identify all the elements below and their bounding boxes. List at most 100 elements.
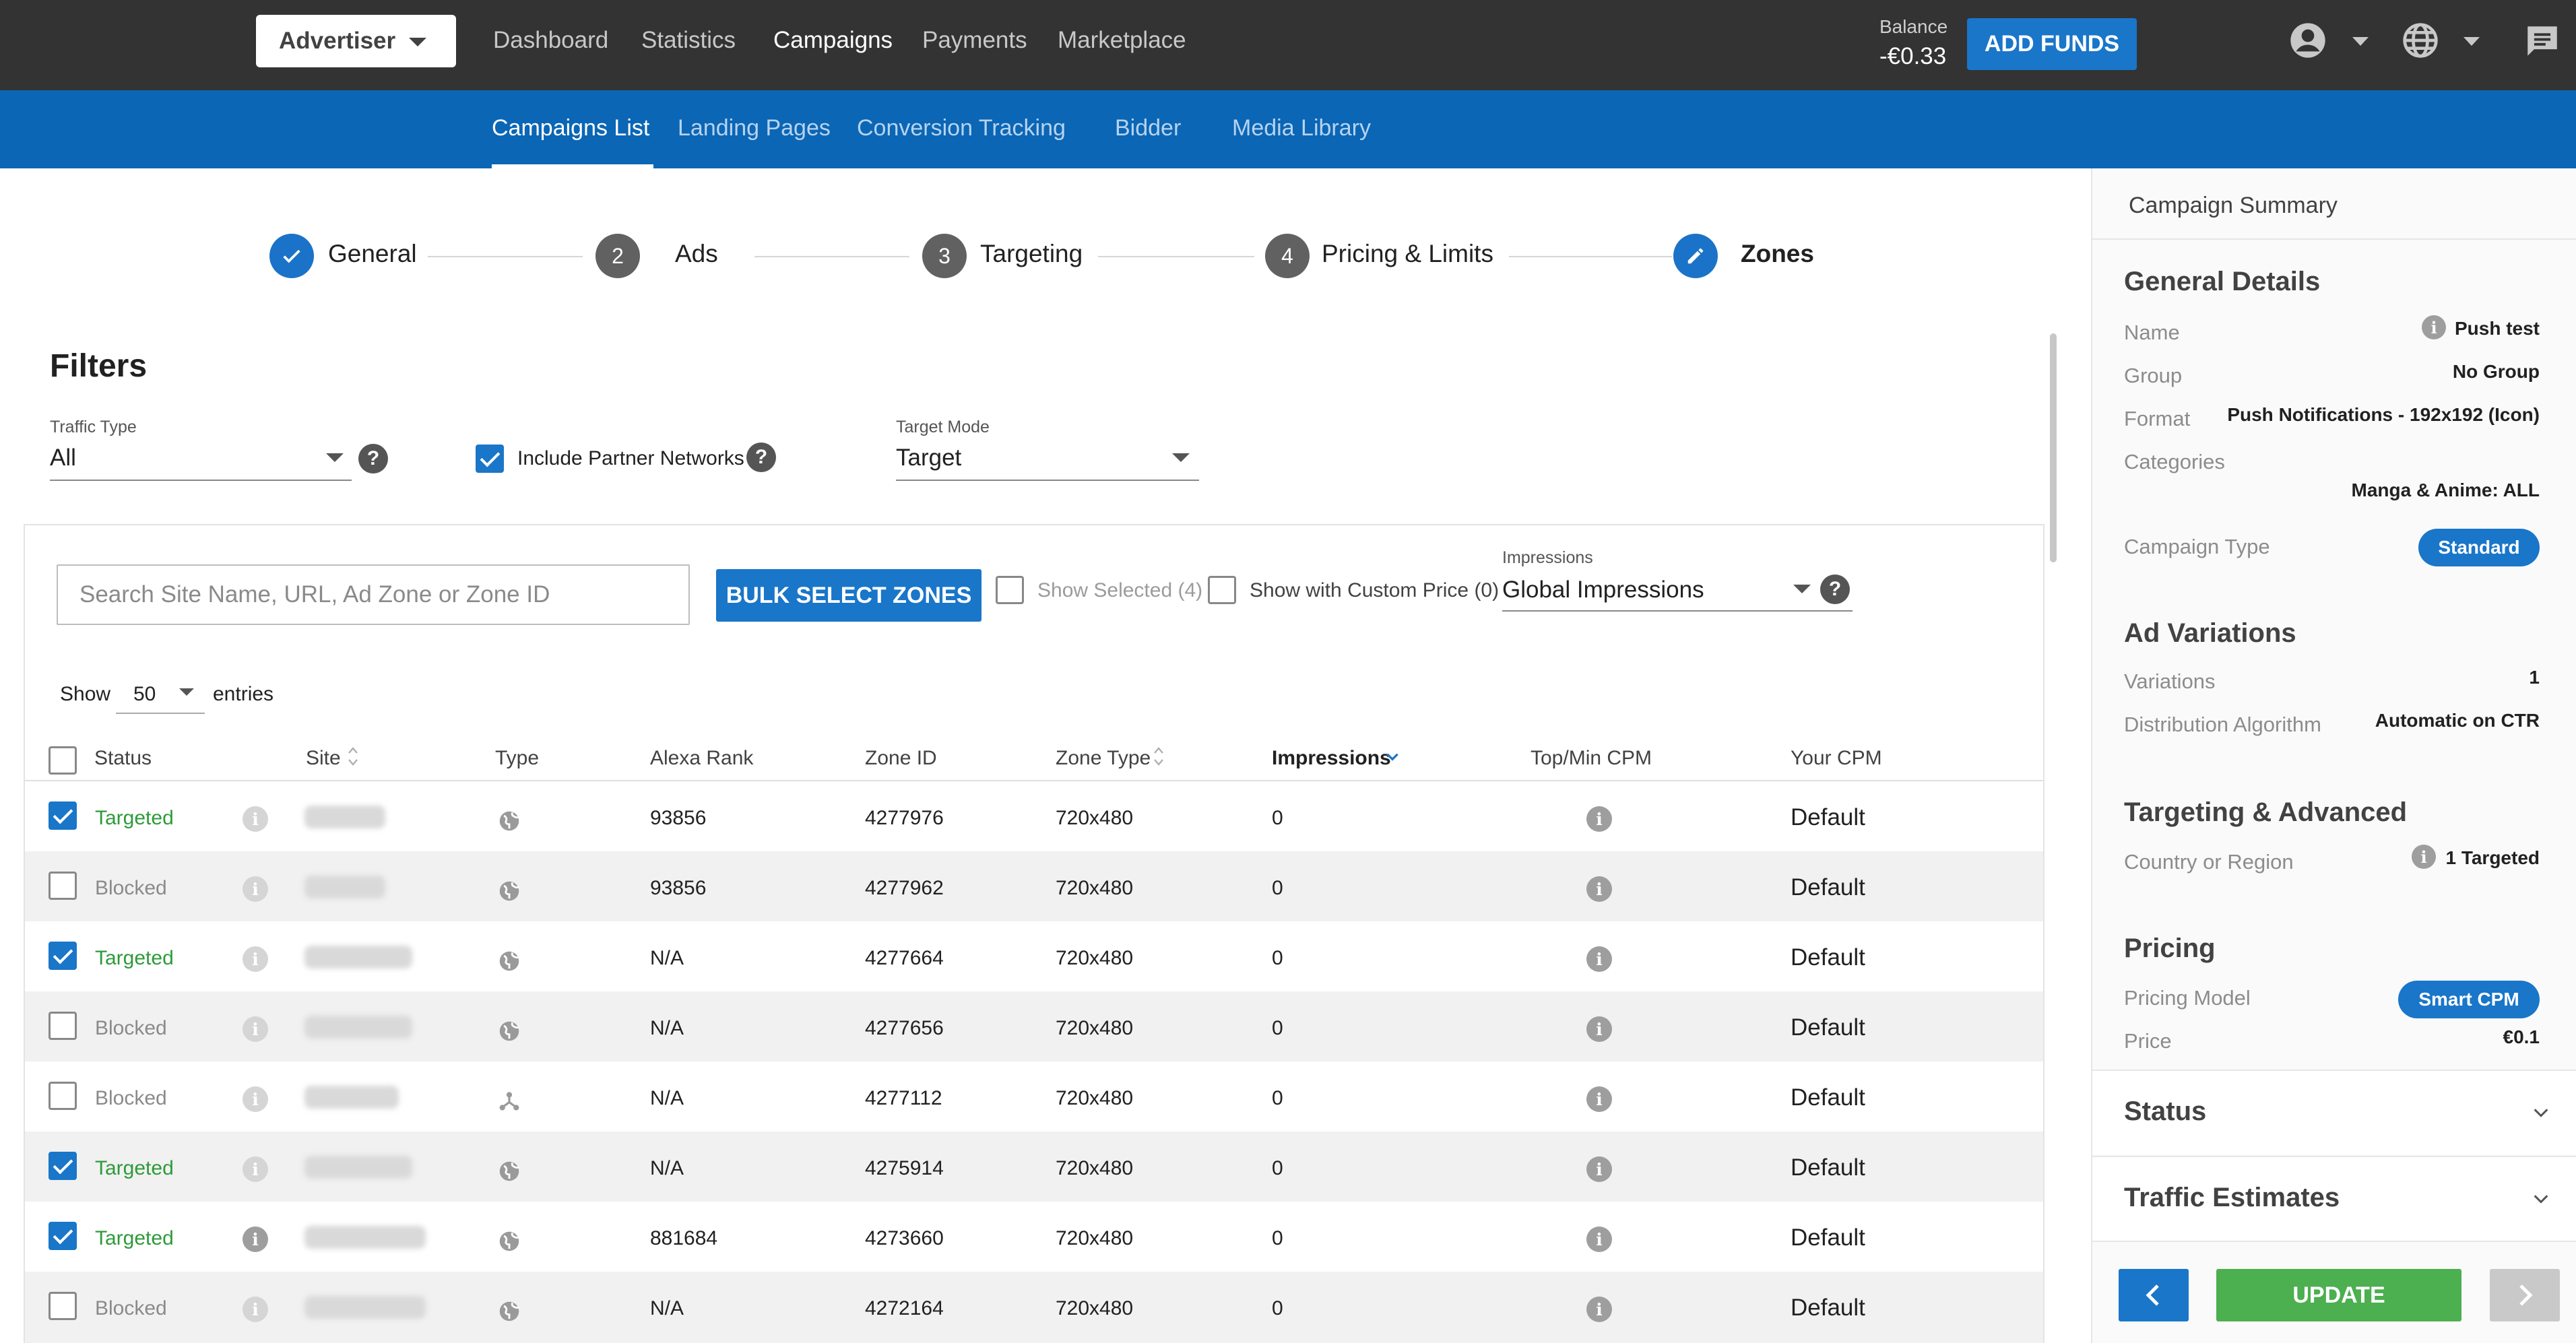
subnav-landing-pages[interactable]: Landing Pages <box>678 115 831 141</box>
step-general-label[interactable]: General <box>328 240 417 268</box>
globe-icon[interactable] <box>2402 22 2439 59</box>
chevron-down-icon[interactable] <box>326 453 344 462</box>
site-name-redacted[interactable] <box>304 1156 412 1179</box>
table-row[interactable]: Blocked i N/A 4277656 720x480 0 i Defaul… <box>25 991 2043 1061</box>
subnav-campaigns-list[interactable]: Campaigns List <box>492 115 649 141</box>
your-cpm-value[interactable]: Default <box>1791 1014 1865 1041</box>
column-header-zone-type[interactable]: Zone Type <box>1056 747 1151 770</box>
step-targeting-number[interactable]: 3 <box>922 234 967 278</box>
status-info-icon[interactable]: i <box>243 1297 268 1322</box>
column-header-alexa-rank[interactable]: Alexa Rank <box>650 747 753 770</box>
table-row[interactable]: Targeted i 93856 4277976 720x480 0 i Def… <box>25 781 2043 851</box>
traffic-estimates-accordion[interactable]: Traffic Estimates <box>2092 1156 2576 1241</box>
nav-campaigns[interactable]: Campaigns <box>773 27 893 54</box>
status-info-icon[interactable]: i <box>243 1086 268 1112</box>
table-row[interactable]: Targeted i 881684 4273660 720x480 0 i De… <box>25 1202 2043 1272</box>
cpm-info-icon[interactable]: i <box>1586 1016 1612 1042</box>
sort-icon[interactable] <box>346 744 360 769</box>
site-name-redacted[interactable] <box>304 1016 412 1039</box>
table-row[interactable]: Blocked i 93856 4277962 720x480 0 i Defa… <box>25 851 2043 921</box>
name-info-icon[interactable]: i <box>2422 315 2446 339</box>
impressions-select[interactable]: Global Impressions <box>1502 577 1704 603</box>
column-header-site[interactable]: Site <box>306 747 341 770</box>
row-select-checkbox[interactable] <box>49 801 77 830</box>
row-select-checkbox[interactable] <box>49 872 77 900</box>
chevron-down-icon[interactable] <box>2532 1103 2550 1122</box>
subnav-media-library[interactable]: Media Library <box>1232 115 1371 141</box>
status-info-icon[interactable]: i <box>243 946 268 972</box>
column-header-your-cpm[interactable]: Your CPM <box>1791 747 1882 770</box>
site-name-redacted[interactable] <box>304 1226 426 1249</box>
chat-icon[interactable] <box>2523 22 2562 61</box>
target-mode-select[interactable]: Target <box>896 445 961 471</box>
nav-statistics[interactable]: Statistics <box>641 27 736 54</box>
next-step-button[interactable] <box>2490 1269 2560 1321</box>
table-row[interactable]: Targeted i N/A 4275914 720x480 0 i Defau… <box>25 1132 2043 1202</box>
step-general-check-icon[interactable] <box>269 234 314 278</box>
step-pricing-label[interactable]: Pricing & Limits <box>1322 240 1493 268</box>
status-info-icon[interactable]: i <box>243 806 268 832</box>
scrollbar-thumb[interactable] <box>2050 333 2057 562</box>
nav-marketplace[interactable]: Marketplace <box>1058 27 1186 54</box>
status-info-icon[interactable]: i <box>243 876 268 902</box>
step-zones-pencil-icon[interactable] <box>1673 234 1718 278</box>
cpm-info-icon[interactable]: i <box>1586 1086 1612 1112</box>
entries-per-page-select[interactable]: 50 <box>133 683 156 706</box>
update-button[interactable]: UPDATE <box>2216 1269 2461 1321</box>
your-cpm-value[interactable]: Default <box>1791 1295 1865 1321</box>
step-zones-label[interactable]: Zones <box>1741 240 1814 268</box>
cpm-info-icon[interactable]: i <box>1586 1156 1612 1182</box>
row-select-checkbox[interactable] <box>49 1082 77 1110</box>
cpm-info-icon[interactable]: i <box>1586 946 1612 972</box>
traffic-type-select[interactable]: All <box>50 445 76 471</box>
show-custom-price-checkbox[interactable] <box>1208 576 1236 604</box>
column-header-type[interactable]: Type <box>495 747 539 770</box>
language-menu-caret-icon[interactable] <box>2464 37 2480 46</box>
step-pricing-number[interactable]: 4 <box>1265 234 1310 278</box>
status-info-icon[interactable]: i <box>243 1226 268 1252</box>
column-header-zone-id[interactable]: Zone ID <box>865 747 937 770</box>
row-select-checkbox[interactable] <box>49 1292 77 1320</box>
chevron-down-icon[interactable] <box>179 688 194 696</box>
sort-icon[interactable] <box>1152 744 1165 769</box>
add-funds-button[interactable]: ADD FUNDS <box>1967 18 2137 70</box>
column-header-top-min-cpm[interactable]: Top/Min CPM <box>1531 747 1652 770</box>
site-name-redacted[interactable] <box>304 1296 426 1319</box>
your-cpm-value[interactable]: Default <box>1791 1084 1865 1111</box>
zone-search-input[interactable] <box>57 564 690 625</box>
table-row[interactable]: Blocked i N/A 4272164 720x480 0 i Defaul… <box>25 1272 2043 1343</box>
sort-descending-icon[interactable] <box>1384 748 1401 765</box>
status-info-icon[interactable]: i <box>243 1016 268 1042</box>
row-select-checkbox[interactable] <box>49 942 77 970</box>
column-header-status[interactable]: Status <box>94 747 152 770</box>
show-selected-checkbox[interactable] <box>996 576 1024 604</box>
row-select-checkbox[interactable] <box>49 1012 77 1040</box>
country-info-icon[interactable]: i <box>2412 845 2436 869</box>
site-name-redacted[interactable] <box>304 1086 399 1109</box>
chevron-down-icon[interactable] <box>1172 453 1190 462</box>
account-type-selector[interactable]: Advertiser <box>256 15 456 67</box>
site-name-redacted[interactable] <box>304 876 385 898</box>
site-name-redacted[interactable] <box>304 806 385 828</box>
subnav-conversion-tracking[interactable]: Conversion Tracking <box>857 115 1066 141</box>
row-select-checkbox[interactable] <box>49 1152 77 1180</box>
select-all-checkbox[interactable] <box>49 746 77 775</box>
your-cpm-value[interactable]: Default <box>1791 1224 1865 1251</box>
account-circle-icon[interactable] <box>2289 22 2327 59</box>
cpm-info-icon[interactable]: i <box>1586 1297 1612 1322</box>
include-partner-networks-checkbox[interactable] <box>476 445 504 473</box>
traffic-type-help-icon[interactable]: ? <box>358 444 388 473</box>
nav-payments[interactable]: Payments <box>922 27 1027 54</box>
bulk-select-zones-button[interactable]: BULK SELECT ZONES <box>716 569 981 622</box>
previous-step-button[interactable] <box>2119 1269 2189 1321</box>
column-header-impressions[interactable]: Impressions <box>1272 747 1391 770</box>
step-targeting-label[interactable]: Targeting <box>980 240 1083 268</box>
row-select-checkbox[interactable] <box>49 1222 77 1250</box>
account-menu-caret-icon[interactable] <box>2352 37 2369 46</box>
your-cpm-value[interactable]: Default <box>1791 874 1865 901</box>
your-cpm-value[interactable]: Default <box>1791 804 1865 831</box>
status-accordion[interactable]: Status <box>2092 1070 2576 1154</box>
chevron-down-icon[interactable] <box>2532 1189 2550 1208</box>
chevron-down-icon[interactable] <box>1793 585 1811 593</box>
cpm-info-icon[interactable]: i <box>1586 1226 1612 1252</box>
